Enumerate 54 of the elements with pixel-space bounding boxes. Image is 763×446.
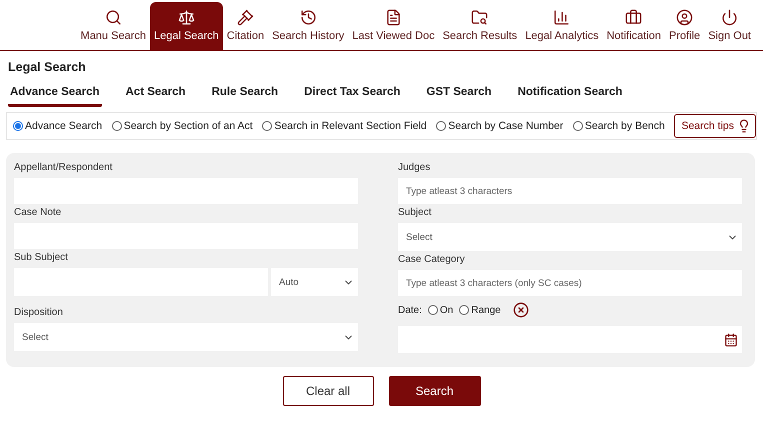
tab[interactable]: Rule Search — [210, 86, 280, 107]
briefcase-icon — [625, 9, 642, 26]
tab[interactable]: Advance Search — [8, 86, 102, 107]
nav-item[interactable]: Profile — [665, 2, 704, 50]
gavel-icon — [236, 9, 254, 26]
power-icon — [721, 9, 738, 26]
nav-item[interactable]: Last Viewed Doc — [348, 2, 439, 50]
tab[interactable]: Direct Tax Search — [302, 86, 402, 107]
field-label: Case Category — [398, 254, 466, 265]
bar-chart-icon — [553, 9, 570, 26]
folder-search-icon — [471, 9, 488, 26]
nav-item[interactable]: Citation — [222, 2, 268, 50]
tab[interactable]: Notification Search — [516, 86, 624, 107]
clear-icon[interactable] — [512, 302, 529, 318]
tab[interactable]: Act Search — [124, 86, 188, 107]
scale-icon — [178, 9, 195, 26]
tab[interactable]: GST Search — [424, 86, 494, 107]
nav-item[interactable]: Search History — [268, 2, 348, 50]
nav-item[interactable]: Legal Analytics — [521, 2, 603, 50]
date-option[interactable]: Range — [459, 304, 501, 316]
calendar-icon[interactable] — [724, 332, 738, 346]
user-icon — [676, 9, 694, 26]
search-mode-radio[interactable]: Advance Search — [13, 120, 102, 132]
search-mode-radio[interactable]: Search by Bench — [572, 120, 665, 132]
date-option[interactable]: On — [428, 304, 454, 316]
nav-item[interactable]: Sign Out — [704, 2, 755, 50]
input-field[interactable]: Type atleast 3 characters — [398, 178, 742, 204]
select-field[interactable]: Select — [398, 223, 742, 251]
page-title: Legal Search — [7, 59, 87, 74]
select-field[interactable]: Select — [14, 323, 358, 351]
nav-item[interactable]: Search Results — [438, 2, 522, 50]
search-mode-radio[interactable]: Search by Section of an Act — [112, 120, 253, 132]
field-label: Disposition — [14, 307, 64, 318]
field-label: Sub Subject — [14, 252, 69, 263]
document-icon — [384, 9, 402, 26]
field-label: Subject — [398, 207, 432, 218]
field-label: Date: — [398, 304, 422, 316]
field-label: Case Note — [14, 207, 62, 218]
input-field[interactable]: Type atleast 3 characters (only SC cases) — [398, 270, 742, 296]
search-mode-radio[interactable]: Search in Relevant Section Field — [262, 120, 427, 132]
lightbulb-icon — [737, 119, 751, 133]
nav-item[interactable]: Legal Search — [150, 2, 223, 50]
search-button[interactable]: Search — [388, 376, 480, 406]
nav-item[interactable]: Notification — [602, 2, 665, 50]
field-label: Appellant/Respondent — [14, 162, 114, 173]
field-label: Judges — [398, 162, 432, 173]
search-icon — [104, 9, 122, 26]
clear-all-button[interactable]: Clear all — [282, 376, 374, 406]
search-tips-button[interactable]: Search tips — [674, 114, 756, 138]
date-field[interactable] — [398, 326, 742, 353]
nav-item[interactable]: Manu Search — [76, 2, 150, 50]
history-icon — [300, 9, 317, 26]
select-field[interactable]: Auto — [271, 268, 358, 296]
search-mode-radio[interactable]: Search by Case Number — [436, 120, 564, 132]
